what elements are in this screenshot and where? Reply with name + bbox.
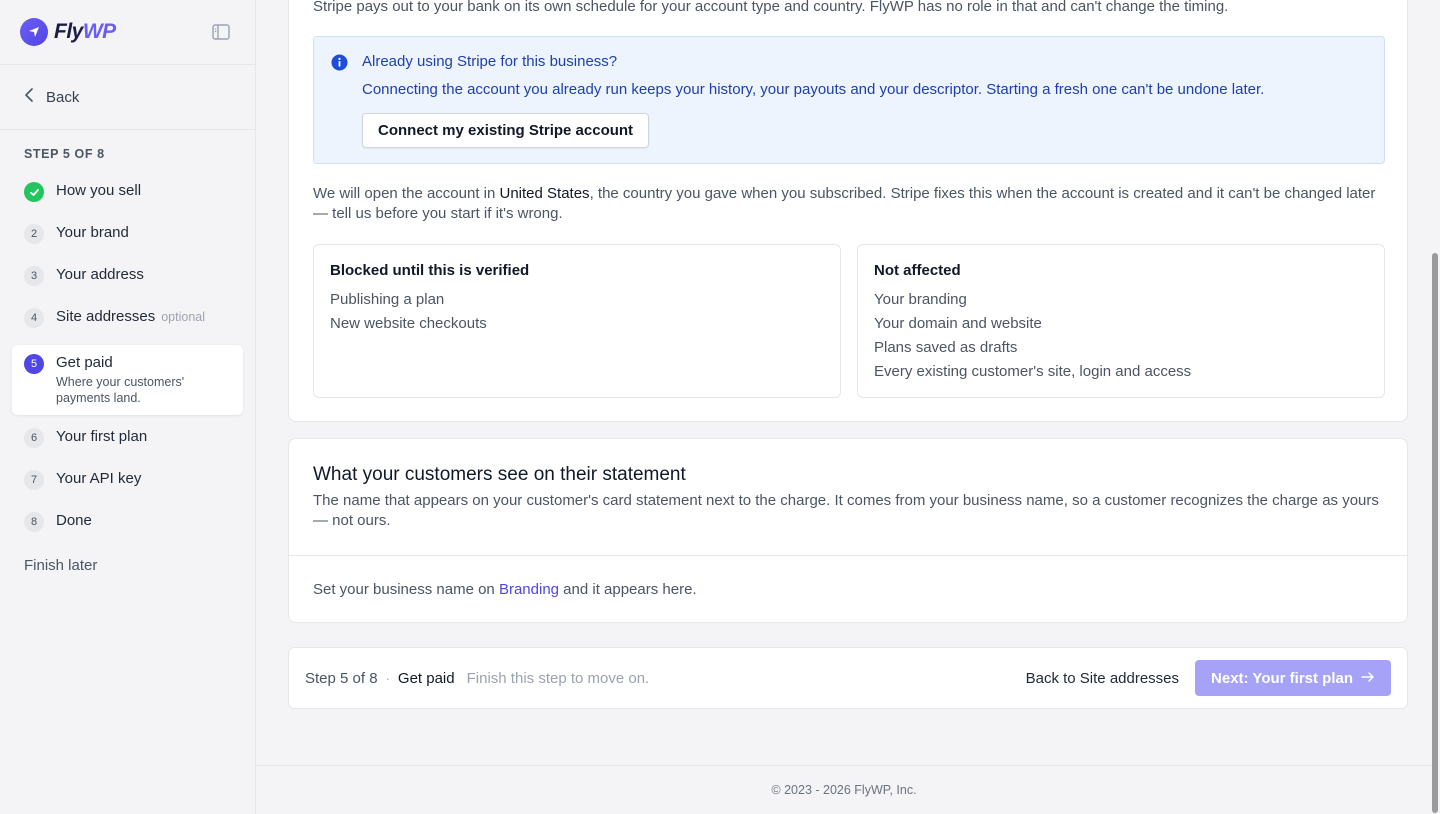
nav-step-counter: Step 5 of 8 — [305, 669, 378, 687]
separator: · — [385, 670, 390, 686]
step-nav-bar: Step 5 of 8 · Get paid Finish this step … — [288, 647, 1408, 709]
step-label: Your API key — [56, 470, 142, 487]
finish-later-link[interactable]: Finish later — [0, 557, 255, 574]
payout-schedule-note: Stripe pays out to your bank on its own … — [313, 0, 1229, 15]
account-country-note: We will open the account in United State… — [313, 185, 1376, 222]
step-number: 4 — [24, 308, 44, 328]
brand-name: FlyWP — [54, 20, 116, 43]
step-label: Your address — [56, 266, 144, 283]
step-label: Your first plan — [56, 428, 148, 445]
copyright: © 2023 - 2026 FlyWP, Inc. — [771, 783, 917, 797]
step-number: 5 — [24, 354, 44, 374]
divider — [289, 555, 1407, 556]
scrollbar-thumb[interactable] — [1432, 253, 1438, 813]
blocked-card: Blocked until this is verified Publishin… — [313, 244, 841, 398]
nav-step-name: Get paid — [397, 669, 455, 687]
not-affected-title: Not affected — [874, 262, 961, 279]
step-your-address[interactable]: 3 Your address — [12, 257, 243, 299]
not-affected-item: Your domain and website — [874, 315, 1042, 332]
step-label: Site addresses optional — [56, 308, 206, 325]
callout-title: Already using Stripe for this business? — [362, 53, 618, 70]
step-number: 2 — [24, 224, 44, 244]
next-step-button[interactable]: Next: Your first plan — [1195, 660, 1391, 696]
blocked-item: New website checkouts — [330, 315, 487, 332]
step-number: 6 — [24, 428, 44, 448]
logo-row: FlyWP — [0, 0, 255, 65]
next-label: Next: Your first plan — [1211, 669, 1353, 687]
step-done[interactable]: 8 Done — [12, 503, 243, 545]
step-your-api-key[interactable]: 7 Your API key — [12, 461, 243, 503]
connect-existing-stripe-button[interactable]: Connect my existing Stripe account — [362, 113, 650, 148]
step-your-first-plan[interactable]: 6 Your first plan — [12, 419, 243, 461]
step-get-paid[interactable]: 5 Get paid Where your customers' payment… — [12, 345, 243, 415]
back-button[interactable]: Back — [0, 65, 255, 130]
step-your-brand[interactable]: 2 Your brand — [12, 215, 243, 257]
step-label: Done — [56, 512, 92, 529]
step-label: Get paid — [56, 354, 113, 371]
step-counter: STEP 5 OF 8 — [24, 147, 105, 161]
back-label: Back — [46, 88, 80, 106]
step-label: Your brand — [56, 224, 129, 241]
check-icon — [24, 182, 44, 202]
not-affected-item: Every existing customer's site, login an… — [874, 363, 1192, 380]
step-number: 8 — [24, 512, 44, 532]
country-name: United States — [499, 185, 590, 202]
sidebar: FlyWP Back STEP 5 OF 8 How you sell 2 Yo… — [0, 0, 256, 814]
get-paid-card: Stripe pays out to your bank on its own … — [288, 0, 1408, 422]
step-site-addresses[interactable]: 4 Site addresses optional — [12, 299, 243, 341]
optional-tag: optional — [161, 310, 206, 324]
flywp-logo-icon — [20, 18, 48, 46]
callout-body: Connecting the account you already run k… — [362, 81, 1265, 98]
nav-hint: Finish this step to move on. — [466, 669, 650, 687]
sidebar-collapse-icon[interactable] — [211, 23, 231, 41]
existing-stripe-callout: Already using Stripe for this business? … — [313, 36, 1385, 164]
page-footer: © 2023 - 2026 FlyWP, Inc. — [256, 765, 1432, 814]
statement-card: What your customers see on their stateme… — [288, 438, 1408, 623]
step-subtitle: Where your customers' payments land. — [56, 375, 185, 405]
step-number: 7 — [24, 470, 44, 490]
blocked-title: Blocked until this is verified — [330, 262, 530, 279]
blocked-item: Publishing a plan — [330, 291, 445, 308]
statement-title: What your customers see on their stateme… — [313, 464, 686, 485]
back-to-site-addresses-button[interactable]: Back to Site addresses — [1026, 670, 1179, 687]
statement-empty-state: Set your business name on Branding and i… — [313, 581, 697, 598]
info-icon — [331, 54, 348, 75]
logo[interactable]: FlyWP — [20, 18, 116, 46]
step-how-you-sell[interactable]: How you sell — [12, 173, 243, 215]
not-affected-item: Your branding — [874, 291, 967, 308]
chevron-left-icon — [24, 88, 36, 106]
arrow-right-icon — [1361, 670, 1375, 687]
not-affected-item: Plans saved as drafts — [874, 339, 1018, 356]
branding-link[interactable]: Branding — [499, 581, 559, 598]
statement-description: The name that appears on your customer's… — [313, 492, 1379, 529]
step-number: 3 — [24, 266, 44, 286]
not-affected-card: Not affected Your branding Your domain a… — [857, 244, 1385, 398]
step-label: How you sell — [56, 182, 142, 199]
step-list: How you sell 2 Your brand 3 Your address… — [0, 173, 255, 545]
